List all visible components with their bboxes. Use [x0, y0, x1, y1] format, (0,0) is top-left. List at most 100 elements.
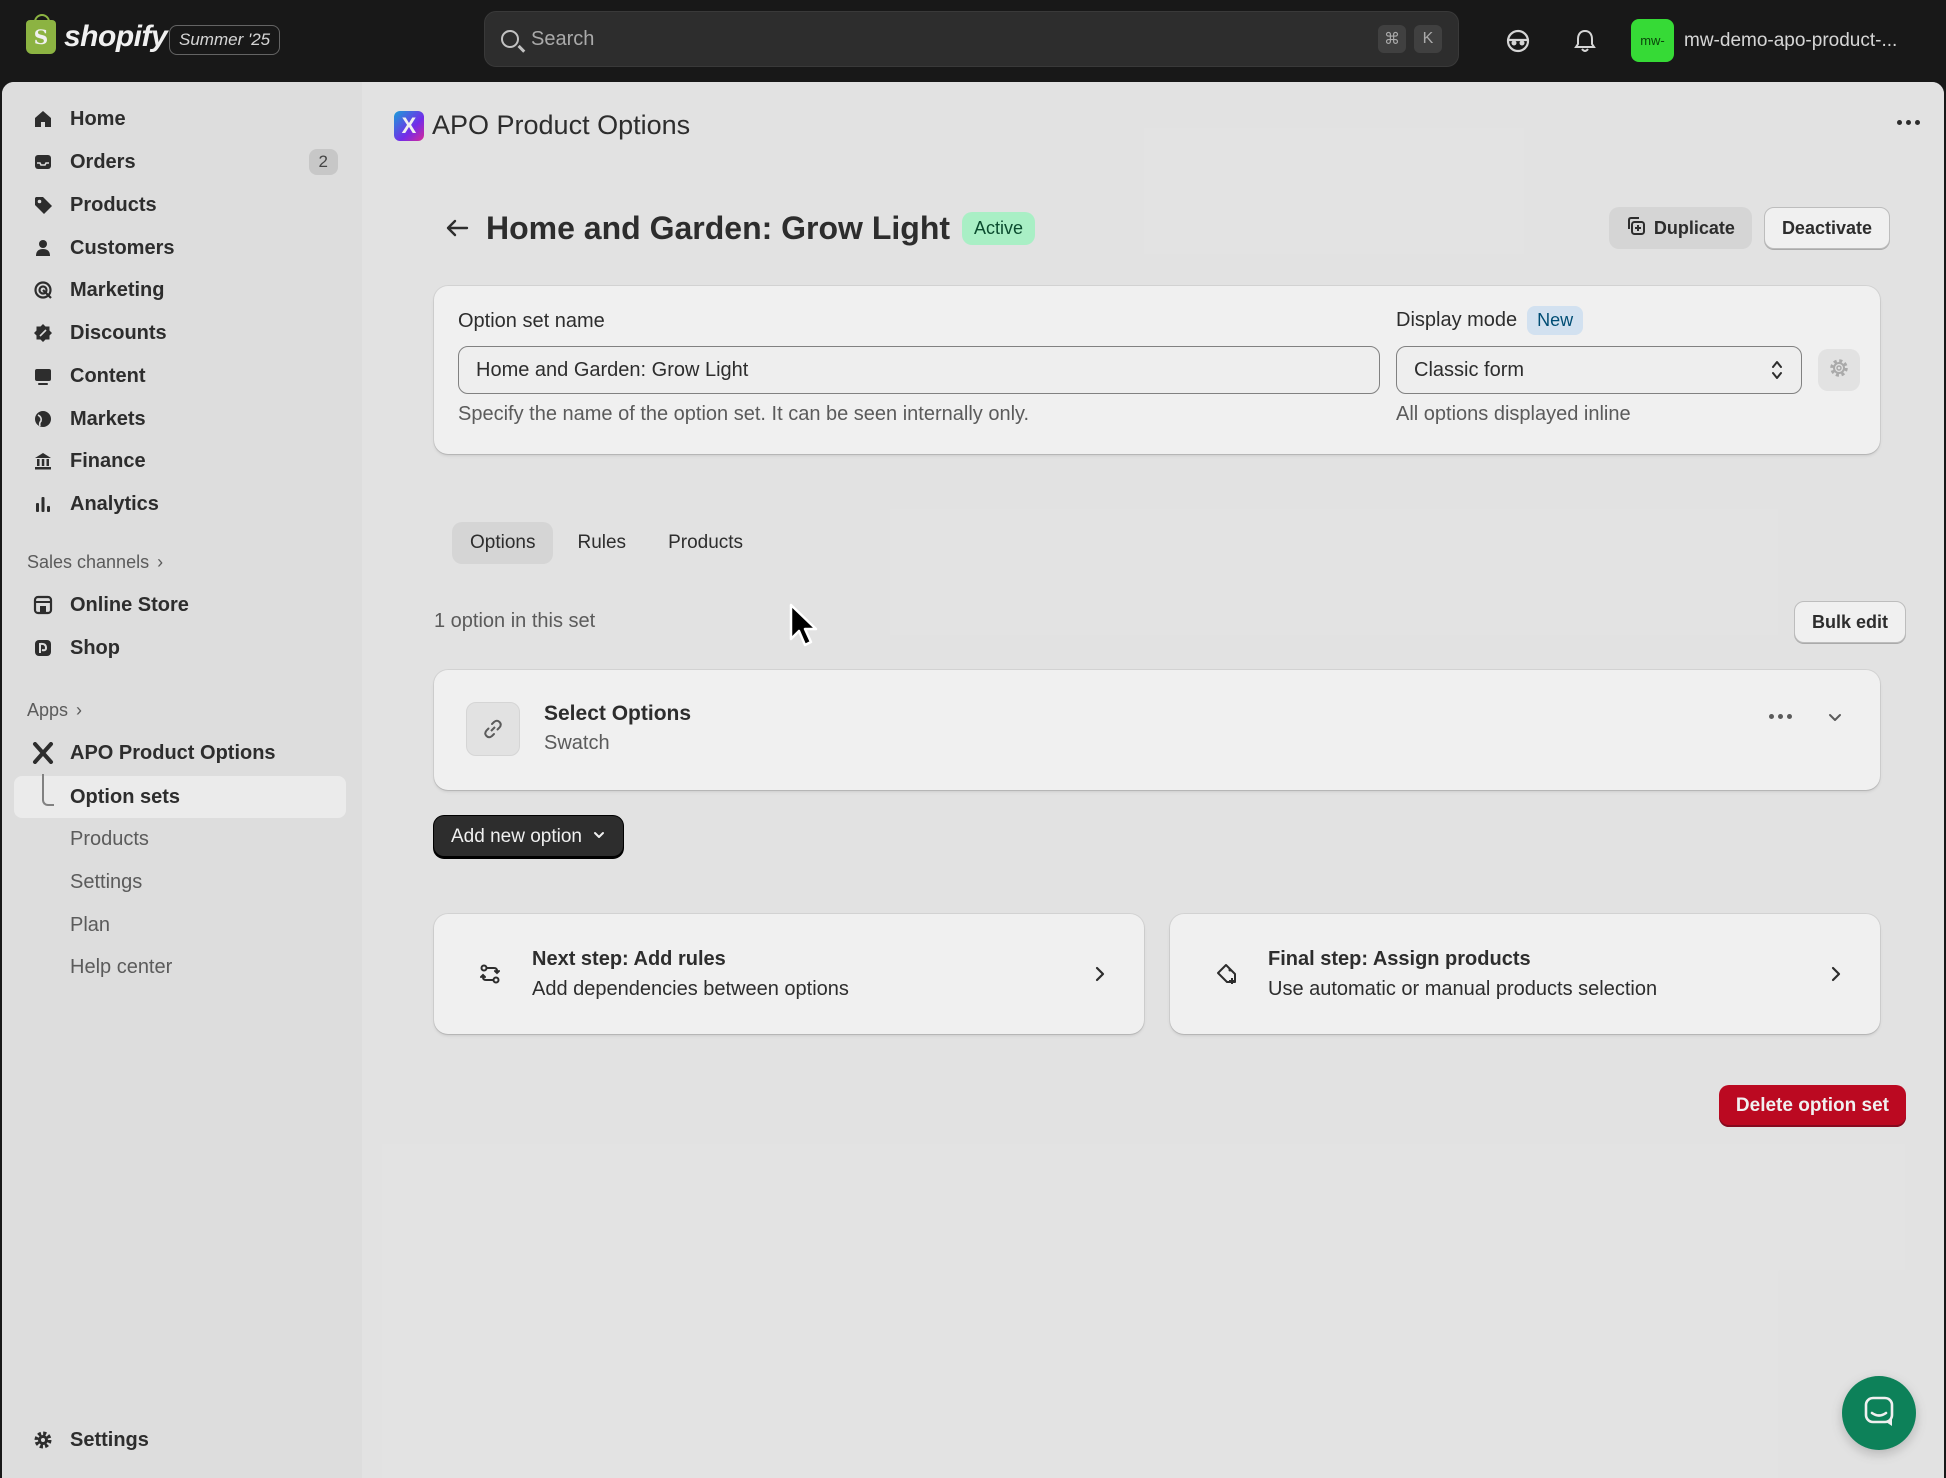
next-step-card[interactable]: Next step: Add rules Add dependencies be…: [434, 914, 1144, 1034]
sidebar-item-option-sets[interactable]: Option sets: [14, 776, 346, 818]
select-value: Classic form: [1414, 358, 1525, 381]
sidebar-item-label: Settings: [70, 1428, 149, 1451]
step-title: Final step: Assign products: [1268, 948, 1531, 970]
orders-count-badge: 2: [308, 149, 338, 175]
avatar: mw-: [1631, 19, 1674, 62]
sidebar-item-label: Marketing: [70, 278, 165, 301]
link-icon: [466, 702, 520, 756]
bar-chart-icon: [32, 493, 54, 515]
shortcut-key-k: K: [1414, 25, 1442, 53]
bulk-edit-label: Bulk edit: [1811, 611, 1888, 632]
chevron-right-icon: [1828, 964, 1844, 989]
more-actions-icon[interactable]: [1897, 120, 1920, 125]
display-settings-button[interactable]: [1818, 349, 1860, 391]
apo-x-icon: [32, 742, 54, 764]
sidebar-item-orders[interactable]: Orders 2: [16, 141, 346, 183]
option-title: Select Options: [544, 702, 692, 725]
status-badge: Active: [962, 211, 1036, 245]
tag-plus-icon: [1214, 962, 1238, 986]
display-mode-select[interactable]: Classic form: [1396, 346, 1802, 394]
gear-icon: [32, 1429, 54, 1451]
sidebar-item-settings[interactable]: Settings: [16, 1419, 346, 1461]
sidebar-item-apo-app[interactable]: APO Product Options: [16, 732, 346, 774]
back-arrow-icon[interactable]: [442, 213, 472, 243]
person-icon: [32, 237, 54, 259]
bell-icon[interactable]: [1568, 24, 1602, 58]
deactivate-label: Deactivate: [1781, 217, 1872, 238]
deactivate-button[interactable]: Deactivate: [1763, 207, 1890, 249]
delete-option-set-button[interactable]: Delete option set: [1718, 1085, 1906, 1127]
new-badge: New: [1527, 306, 1584, 335]
search-icon: [501, 30, 519, 48]
sidebar-item-label: Home: [70, 107, 126, 130]
edition-badge[interactable]: Summer '25: [169, 25, 281, 55]
chevron-right-icon: ›: [157, 552, 164, 572]
store-menu[interactable]: mw- mw-demo-apo-product-...: [1631, 19, 1897, 62]
inbox-icon: [32, 151, 54, 173]
step-subtitle: Use automatic or manual products selecti…: [1268, 978, 1658, 1000]
final-step-card[interactable]: Final step: Assign products Use automati…: [1170, 914, 1880, 1034]
home-icon: [32, 108, 54, 130]
chevron-right-icon: [1092, 964, 1108, 989]
app-header: X APO Product Options: [394, 110, 690, 141]
sidebar-item-discounts[interactable]: Discounts: [16, 312, 346, 354]
discount-icon: [32, 322, 54, 344]
tag-icon: [32, 194, 54, 216]
sidebar-item-markets[interactable]: Markets: [16, 398, 346, 440]
shop-icon: [32, 637, 54, 659]
option-set-card: Option set name Home and Garden: Grow Li…: [434, 286, 1880, 454]
section-label: Sales channels: [27, 552, 150, 572]
search-bar[interactable]: Search ⌘ K: [484, 11, 1459, 67]
sidebar-item-label: Analytics: [70, 492, 159, 515]
sidekick-icon[interactable]: [1501, 24, 1535, 58]
sidebar-item-finance[interactable]: Finance: [16, 440, 346, 482]
sales-channels-header[interactable]: Sales channels ›: [27, 552, 163, 573]
gear-icon: [1828, 357, 1850, 384]
sidebar-item-home[interactable]: Home: [16, 98, 346, 140]
sidebar-item-app-settings[interactable]: Settings: [70, 871, 142, 894]
tab-products[interactable]: Products: [650, 522, 761, 564]
sidebar-item-app-products[interactable]: Products: [70, 828, 149, 851]
sidebar-item-products[interactable]: Products: [16, 184, 346, 226]
top-bar: S shopify Summer '25 Search ⌘ K mw- mw-d…: [0, 0, 1946, 82]
option-count: 1 option in this set: [434, 610, 596, 632]
sidebar-item-label: Option sets: [70, 785, 181, 808]
tab-rules[interactable]: Rules: [559, 522, 644, 564]
sidebar-item-analytics[interactable]: Analytics: [16, 483, 346, 525]
chevron-down-icon: [592, 826, 606, 848]
sidebar-item-plan[interactable]: Plan: [70, 914, 110, 937]
sidebar-item-content[interactable]: Content: [16, 355, 346, 397]
option-item-card[interactable]: Select Options Swatch: [434, 670, 1880, 790]
apo-logo-icon: X: [394, 110, 424, 141]
sidebar-item-help-center[interactable]: Help center: [70, 956, 172, 979]
tabs: Options Rules Products: [452, 522, 761, 564]
shopify-logo[interactable]: S shopify: [26, 14, 168, 54]
sidebar-item-label: Products: [70, 193, 157, 216]
bulk-edit-button[interactable]: Bulk edit: [1793, 601, 1906, 643]
add-new-option-button[interactable]: Add new option: [434, 816, 623, 858]
display-help-text: All options displayed inline: [1396, 403, 1631, 425]
app-title: APO Product Options: [432, 110, 691, 140]
page-header: Home and Garden: Grow Light Active Dupli…: [442, 204, 1890, 252]
display-mode-label: Display mode New: [1396, 306, 1584, 335]
tree-connector: [2, 774, 62, 818]
main-content: X APO Product Options Home and Garden: G…: [362, 82, 1944, 1478]
sidebar-item-online-store[interactable]: Online Store: [16, 584, 346, 626]
sidebar-item-shop[interactable]: Shop: [16, 627, 346, 669]
option-more-icon[interactable]: [1769, 714, 1792, 719]
rules-icon: [478, 962, 502, 986]
option-set-name-input[interactable]: Home and Garden: Grow Light: [458, 346, 1380, 394]
chevron-down-icon[interactable]: [1826, 708, 1844, 731]
tab-options[interactable]: Options: [452, 522, 554, 564]
apps-header[interactable]: Apps ›: [27, 700, 82, 721]
bank-icon: [32, 450, 54, 472]
duplicate-label: Duplicate: [1653, 217, 1735, 238]
sidebar-item-marketing[interactable]: Marketing: [16, 269, 346, 311]
duplicate-button[interactable]: Duplicate: [1608, 207, 1752, 249]
chat-icon: [1862, 1394, 1896, 1433]
shopify-bag-icon: S: [26, 14, 56, 54]
search-placeholder: Search: [531, 27, 595, 50]
sidebar-item-customers[interactable]: Customers: [16, 227, 346, 269]
sidebar-item-label: APO Product Options: [70, 741, 276, 764]
chat-button[interactable]: [1842, 1376, 1916, 1450]
